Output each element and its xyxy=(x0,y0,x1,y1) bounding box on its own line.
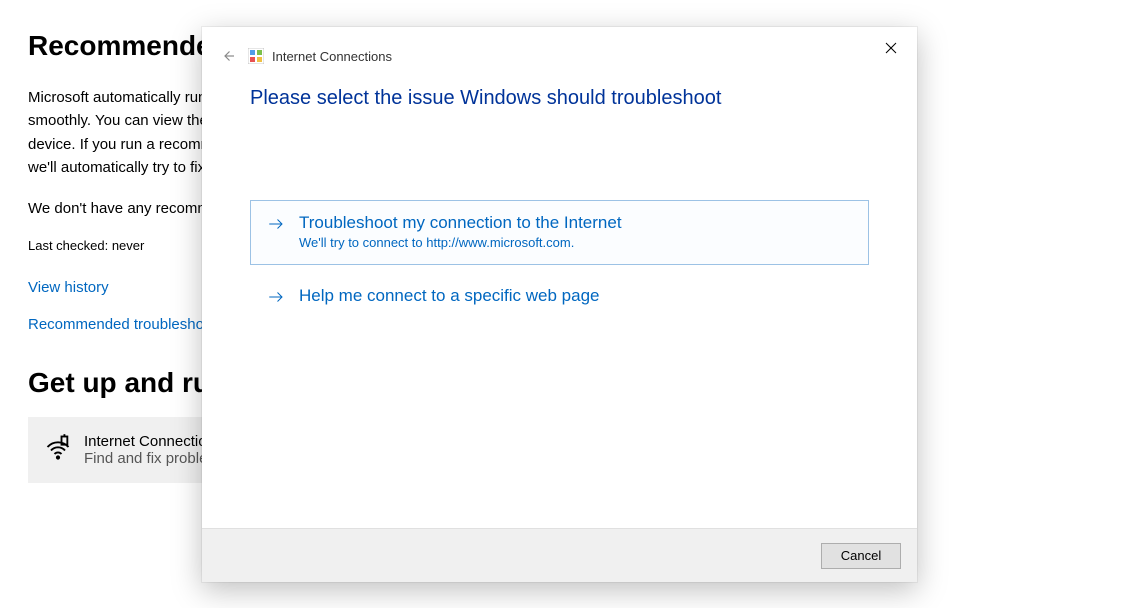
arrow-right-icon xyxy=(267,215,285,238)
back-button xyxy=(216,44,240,68)
dialog-title: Internet Connections xyxy=(272,49,392,64)
dialog-body: Please select the issue Windows should t… xyxy=(202,73,917,528)
arrow-right-icon xyxy=(267,288,285,311)
cancel-button[interactable]: Cancel xyxy=(821,543,901,569)
close-button[interactable] xyxy=(871,33,911,63)
option-specific-webpage[interactable]: Help me connect to a specific web page xyxy=(250,273,869,326)
main-instruction: Please select the issue Windows should t… xyxy=(250,87,869,110)
option-subtitle: We'll try to connect to http://www.micro… xyxy=(299,235,622,250)
option-troubleshoot-internet[interactable]: Troubleshoot my connection to the Intern… xyxy=(250,200,869,265)
wifi-icon xyxy=(44,433,72,466)
troubleshooter-icon xyxy=(248,48,264,64)
dialog-footer: Cancel xyxy=(202,528,917,582)
dialog-header: Internet Connections xyxy=(202,27,917,73)
option-title: Troubleshoot my connection to the Intern… xyxy=(299,213,622,233)
option-title: Help me connect to a specific web page xyxy=(299,286,600,306)
troubleshooter-dialog: Internet Connections Please select the i… xyxy=(202,27,917,582)
